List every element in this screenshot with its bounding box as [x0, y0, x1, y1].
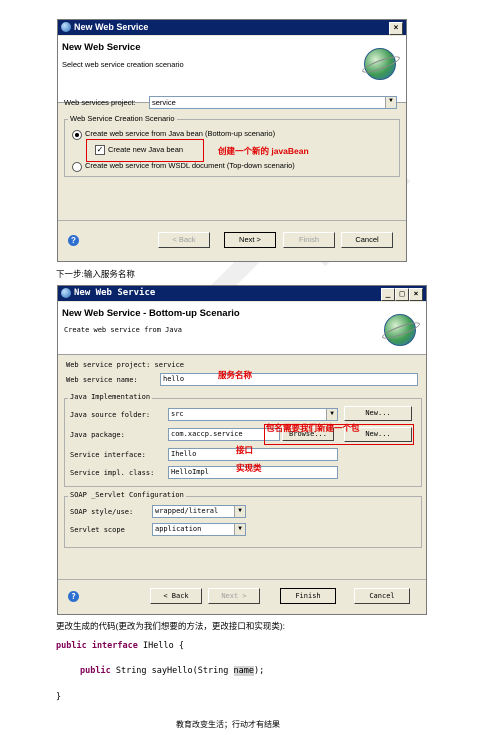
back-button[interactable]: < Back: [158, 232, 210, 248]
app-icon: [61, 288, 71, 298]
page-title: New Web Service: [62, 42, 141, 53]
cancel-button[interactable]: Cancel: [354, 588, 410, 604]
soap-servlet-group: [64, 496, 422, 548]
project-line: Web service project: service: [66, 361, 185, 369]
code-line-1: public interface IHello {: [56, 641, 184, 651]
help-icon[interactable]: ?: [68, 591, 79, 602]
window-title: New Web Service: [74, 288, 156, 298]
code-text: String sayHello(String: [110, 666, 234, 676]
next-button[interactable]: Next >: [224, 232, 276, 248]
package-value: com.xaccp.service: [171, 430, 243, 438]
soap-style-combo[interactable]: wrapped/literal ▼: [152, 505, 246, 518]
code-keyword: public: [80, 666, 111, 676]
servlet-scope-value: application: [155, 525, 202, 533]
bottom-up-radio[interactable]: [72, 130, 82, 140]
create-bean-label: Create new Java bean: [108, 145, 184, 154]
service-name-input[interactable]: hello: [160, 373, 418, 386]
title-bar: New Web Service ×: [58, 20, 406, 35]
annotation-new-package: 包名需要我们新建一个包: [266, 423, 360, 433]
close-button[interactable]: ×: [389, 22, 403, 35]
chevron-down-icon[interactable]: ▼: [234, 506, 245, 517]
source-folder-value: src: [171, 410, 184, 418]
create-bean-checkbox[interactable]: ✓: [95, 145, 105, 155]
bottom-up-label: Create web service from Java bean (Botto…: [85, 129, 276, 138]
soap-style-label: SOAP style/use:: [70, 508, 134, 516]
servlet-scope-combo[interactable]: application ▼: [152, 523, 246, 536]
annotation-new-javabean: 创建一个新的 javaBean: [218, 146, 309, 156]
service-name-label: Web service name:: [66, 376, 138, 384]
code-change-caption: 更改生成的代码(更改为我们想要的方法，更改接口和实现类):: [56, 621, 286, 631]
app-icon: [61, 22, 71, 32]
back-button[interactable]: < Back: [150, 588, 202, 604]
step-caption: 下一步:输入服务名称: [56, 269, 135, 279]
new-web-service-dialog: New Web Service × New Web Service Select…: [57, 19, 407, 262]
title-bar: New Web Service _ □ ×: [58, 286, 426, 301]
bottom-up-wizard-dialog: New Web Service _ □ × New Web Service - …: [57, 285, 427, 615]
page-title: New Web Service - Bottom-up Scenario: [62, 308, 240, 319]
project-value: service: [152, 98, 176, 107]
scenario-group-label: Web Service Creation Scenario: [68, 114, 177, 123]
interface-value: Ihello: [171, 450, 197, 458]
source-folder-label: Java source folder:: [70, 411, 151, 419]
source-folder-combo[interactable]: src ▼: [168, 408, 338, 421]
service-name-value: hello: [163, 375, 185, 383]
page-subtitle: Select web service creation scenario: [62, 60, 184, 69]
button-bar-divider: [58, 220, 406, 221]
finish-button[interactable]: Finish: [280, 588, 336, 604]
soap-style-value: wrapped/literal: [155, 507, 219, 515]
java-implementation-label: Java Implementation: [68, 393, 153, 401]
interface-label: Service interface:: [70, 451, 146, 459]
cancel-button[interactable]: Cancel: [341, 232, 393, 248]
web-service-globe-icon: [364, 48, 396, 80]
page-subtitle: Create web service from Java: [64, 326, 183, 334]
code-line-2: public String sayHello(String name);: [80, 666, 264, 676]
impl-class-label: Service impl. class:: [70, 469, 155, 477]
next-button[interactable]: Next >: [208, 588, 260, 604]
code-param-highlight: name: [233, 666, 255, 676]
wizard-header: New Web Service Select web service creat…: [58, 36, 406, 103]
code-line-3: }: [56, 692, 62, 702]
servlet-scope-label: Servlet scope: [70, 526, 125, 534]
help-icon[interactable]: ?: [68, 235, 79, 246]
top-down-label: Create web service from WSDL document (T…: [85, 161, 295, 170]
window-title: New Web Service: [74, 22, 149, 32]
project-combo[interactable]: service ▼: [149, 96, 397, 109]
wizard-header: New Web Service - Bottom-up Scenario Cre…: [58, 302, 426, 355]
chevron-down-icon[interactable]: ▼: [326, 409, 337, 420]
web-service-globe-icon: [384, 314, 416, 346]
code-keyword: public interface: [56, 641, 138, 651]
maximize-button[interactable]: □: [395, 288, 409, 301]
page-footer: 教育改变生活；行动才有结果: [176, 720, 280, 729]
code-text: IHello {: [137, 641, 184, 651]
annotation-interface: 接口: [236, 445, 254, 455]
finish-button[interactable]: Finish: [283, 232, 335, 248]
close-button[interactable]: ×: [409, 288, 423, 301]
minimize-button[interactable]: _: [381, 288, 395, 301]
button-bar-divider: [58, 579, 426, 580]
top-down-radio[interactable]: [72, 162, 82, 172]
annotation-service-name: 服务名称: [218, 370, 253, 380]
new-source-folder-button[interactable]: New...: [344, 406, 412, 421]
annotation-impl-class: 实现类: [236, 463, 262, 473]
chevron-down-icon[interactable]: ▼: [234, 524, 245, 535]
project-label: Web services project:: [64, 98, 136, 107]
package-label: Java package:: [70, 431, 125, 439]
chevron-down-icon[interactable]: ▼: [385, 97, 396, 108]
soap-servlet-label: SOAP _Servlet Configuration: [68, 491, 186, 499]
code-text: );: [254, 666, 265, 676]
impl-class-value: HelloImpl: [171, 468, 209, 476]
